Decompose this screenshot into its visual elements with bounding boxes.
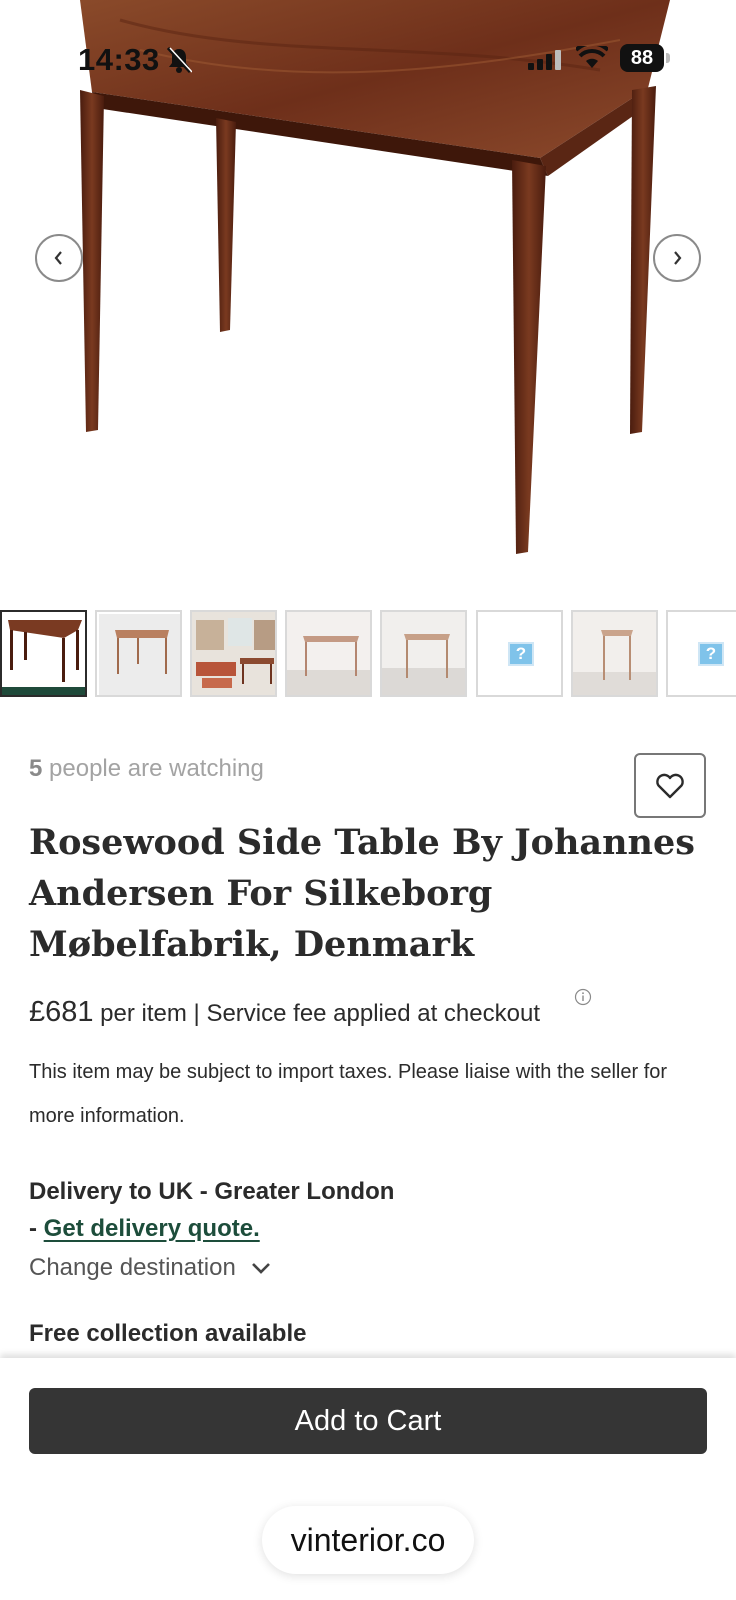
table-thumbnail-icon — [287, 612, 370, 695]
product-title: Rosewood Side Table By Johannes Andersen… — [29, 822, 695, 965]
room-thumbnail-icon — [192, 612, 275, 695]
chevron-right-icon — [674, 251, 682, 265]
delivery-heading: Delivery to UK - Greater London — [29, 1178, 395, 1205]
change-destination-toggle[interactable]: Change destination — [29, 1254, 272, 1282]
product-price: £681 — [29, 996, 94, 1028]
thumbnail-7[interactable] — [571, 610, 658, 697]
free-collection-text: Free collection available — [29, 1320, 307, 1347]
thumbnail-6[interactable]: ? — [476, 610, 563, 697]
thumbnail-strip: ? ? — [0, 610, 736, 700]
cellular-signal-icon — [528, 50, 562, 75]
table-thumbnail-icon — [99, 614, 180, 695]
active-thumbnail-indicator — [2, 687, 85, 695]
browser-url-pill[interactable]: vinterior.co — [262, 1506, 474, 1574]
battery-tip — [666, 53, 670, 63]
import-tax-note: This item may be subject to import taxes… — [29, 1061, 668, 1127]
price-suffix: per item | Service fee applied at checko… — [93, 1000, 540, 1027]
next-image-button[interactable] — [653, 234, 701, 282]
watching-count-text: 5 people are watching — [29, 755, 264, 783]
thumbnail-3[interactable] — [190, 610, 277, 697]
watching-label: people are watching — [42, 755, 264, 782]
thumbnail-2[interactable] — [95, 610, 182, 697]
status-bar: 14:33 88 — [0, 30, 736, 90]
delivery-info: Delivery to UK - Greater London - Get de… — [29, 1173, 394, 1247]
thumbnail-8[interactable]: ? — [666, 610, 736, 697]
missing-image-icon: ? — [698, 642, 724, 666]
wifi-icon — [574, 41, 610, 75]
add-to-cart-button[interactable]: Add to Cart — [29, 1388, 707, 1454]
chevron-down-icon — [251, 1263, 270, 1274]
side-table-illustration — [80, 0, 670, 554]
table-thumbnail-icon — [573, 612, 656, 695]
previous-image-button[interactable] — [35, 234, 83, 282]
change-destination-label: Change destination — [29, 1254, 236, 1281]
bottom-action-bar: Add to Cart vinterior.co — [0, 1358, 736, 1600]
missing-image-icon: ? — [508, 642, 534, 666]
favorite-button[interactable] — [634, 753, 706, 818]
bell-muted-icon — [166, 46, 193, 79]
table-thumbnail-icon — [8, 620, 82, 682]
delivery-dash: - — [29, 1215, 44, 1242]
thumbnail-5[interactable] — [380, 610, 467, 697]
table-thumbnail-icon — [382, 612, 465, 695]
chevron-left-icon — [54, 251, 62, 265]
price-line: £681 per item | Service fee applied at c… — [29, 996, 540, 1029]
thumbnail-4[interactable] — [285, 610, 372, 697]
status-time: 14:33 — [78, 42, 160, 77]
heart-icon — [656, 773, 684, 798]
watching-count: 5 — [29, 755, 43, 782]
thumbnail-1[interactable] — [0, 610, 87, 697]
product-main-image[interactable] — [0, 0, 736, 600]
get-delivery-quote-link[interactable]: Get delivery quote. — [44, 1215, 260, 1242]
delivery-quote-line: - Get delivery quote. — [29, 1210, 394, 1247]
info-icon[interactable] — [574, 988, 592, 1011]
battery-indicator: 88 — [620, 44, 664, 72]
